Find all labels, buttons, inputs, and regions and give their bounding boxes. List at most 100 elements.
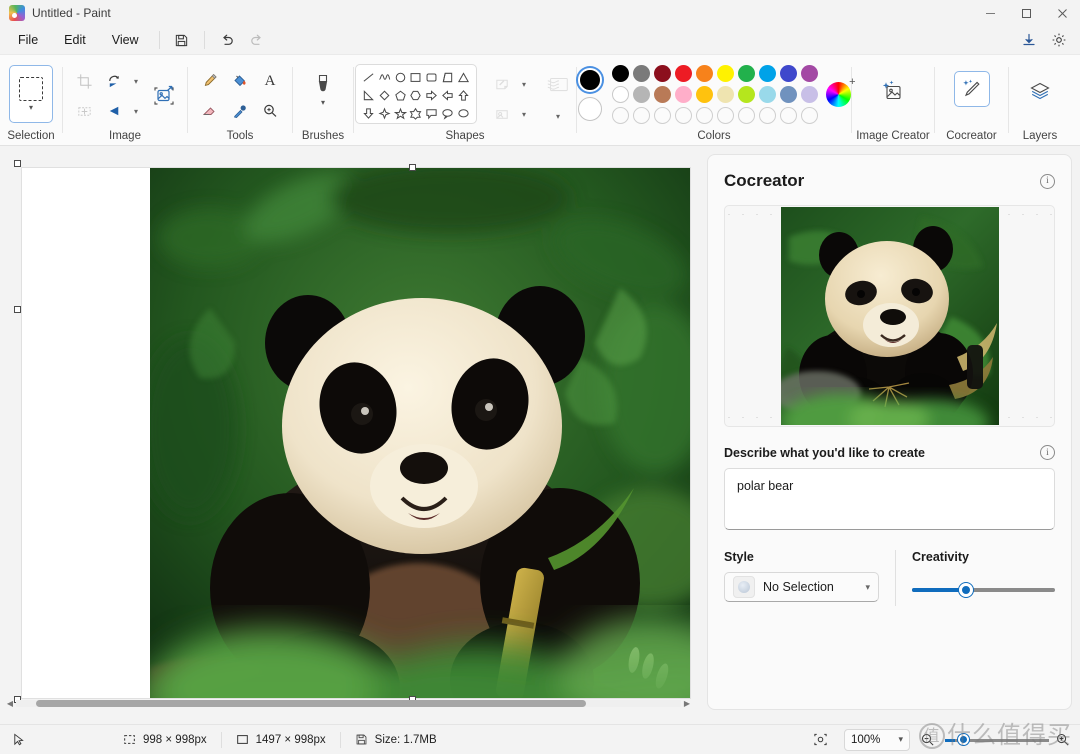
color-swatch[interactable] (675, 65, 692, 82)
select-image-icon[interactable] (147, 79, 181, 113)
layers-icon[interactable] (1023, 75, 1057, 107)
shape-pentagon[interactable] (392, 87, 408, 104)
resize-icon[interactable] (69, 97, 99, 125)
shape-square[interactable] (408, 69, 424, 86)
prompt-info-icon[interactable]: i (1040, 445, 1055, 460)
shape-hexagon[interactable] (408, 87, 424, 104)
scrollbar-track[interactable] (16, 700, 681, 707)
color-swatch-empty[interactable] (654, 107, 671, 124)
color-swatch-empty[interactable] (696, 107, 713, 124)
shape-six-point-star[interactable] (408, 105, 424, 122)
shape-oval-callout[interactable] (440, 105, 456, 122)
color-swatch[interactable] (738, 86, 755, 103)
style-select[interactable]: No Selection ▾ (724, 572, 879, 602)
shape-triangle[interactable] (455, 69, 471, 86)
brushes-chevron-down-icon[interactable]: ▾ (321, 99, 325, 107)
shape-right-arrow[interactable] (424, 87, 440, 104)
chevron-down-icon[interactable]: ▾ (865, 582, 870, 593)
color-swatch[interactable] (738, 65, 755, 82)
shape-up-arrow[interactable] (455, 87, 471, 104)
creativity-slider[interactable] (912, 582, 1055, 598)
shape-diamond[interactable] (377, 87, 393, 104)
canvas-handle-top[interactable] (409, 164, 416, 171)
shape-four-point-star[interactable] (377, 105, 393, 122)
secondary-color-swatch[interactable] (578, 97, 602, 121)
shape-style-chevron-down-icon[interactable]: ▾ (541, 102, 575, 130)
cocreator-icon[interactable] (954, 71, 990, 107)
flip-icon[interactable] (99, 97, 129, 125)
color-swatch-empty[interactable] (675, 107, 692, 124)
shape-down-arrow[interactable] (361, 105, 377, 122)
ribbon-group-image-creator[interactable]: Image Creator (852, 55, 934, 145)
fill-icon[interactable] (487, 100, 517, 128)
zoom-slider[interactable] (945, 732, 1049, 748)
gear-icon[interactable] (1046, 28, 1072, 52)
fill-bucket-icon[interactable] (225, 67, 255, 95)
selection-tool-button[interactable]: ▾ (9, 65, 53, 123)
color-swatch[interactable] (654, 65, 671, 82)
minimize-button[interactable] (972, 0, 1008, 26)
shape-style-icon[interactable] (541, 70, 575, 100)
ribbon-group-layers[interactable]: Layers (1009, 55, 1071, 145)
magnifier-icon[interactable] (255, 97, 285, 125)
eyedropper-icon[interactable] (225, 97, 255, 125)
scroll-left-arrow-icon[interactable]: ◀ (4, 699, 16, 708)
chevron-down-icon[interactable]: ▾ (898, 734, 903, 745)
scrollbar-thumb[interactable] (36, 700, 586, 707)
color-swatch[interactable] (717, 86, 734, 103)
info-icon[interactable]: i (1040, 174, 1055, 189)
color-swatch[interactable] (612, 86, 629, 103)
color-swatch[interactable] (780, 86, 797, 103)
horizontal-scrollbar[interactable]: ◀ ▶ (4, 698, 693, 709)
primary-color-swatch[interactable] (578, 68, 602, 92)
color-swatch[interactable] (780, 65, 797, 82)
color-swatch-empty[interactable] (717, 107, 734, 124)
color-swatch[interactable] (633, 65, 650, 82)
scroll-right-arrow-icon[interactable]: ▶ (681, 699, 693, 708)
shape-right-triangle[interactable] (440, 69, 456, 86)
menu-file[interactable]: File (6, 29, 50, 51)
shape-circle[interactable] (392, 69, 408, 86)
color-swatch-empty[interactable] (801, 107, 818, 124)
color-swatch[interactable] (633, 86, 650, 103)
shape-line[interactable] (361, 69, 377, 86)
undo-icon[interactable] (213, 28, 241, 52)
pencil-icon[interactable] (195, 67, 225, 95)
color-swatch[interactable] (654, 86, 671, 103)
fill-chevron-down-icon[interactable]: ▾ (517, 100, 531, 128)
shape-rounded-rect[interactable] (424, 69, 440, 86)
close-button[interactable] (1044, 0, 1080, 26)
shapes-gallery[interactable] (355, 64, 477, 124)
color-wheel-icon[interactable] (826, 82, 851, 107)
download-icon[interactable] (1016, 28, 1042, 52)
shape-curve[interactable] (377, 69, 393, 86)
brush-icon[interactable] (308, 69, 338, 99)
ribbon-group-cocreator[interactable]: Cocreator (935, 55, 1008, 145)
color-swatch[interactable] (801, 86, 818, 103)
text-icon[interactable]: A (255, 67, 285, 95)
color-swatch-empty[interactable] (612, 107, 629, 124)
generated-panda-preview[interactable] (781, 207, 999, 425)
prompt-input[interactable]: polar bear (724, 468, 1055, 530)
zoom-select[interactable]: 100% ▾ (844, 729, 910, 751)
cocreator-preview[interactable] (724, 205, 1055, 427)
color-swatch[interactable] (759, 86, 776, 103)
menu-edit[interactable]: Edit (52, 29, 98, 51)
zoom-out-icon[interactable] (920, 732, 935, 747)
save-icon[interactable] (168, 28, 196, 52)
color-swatch[interactable] (696, 86, 713, 103)
zoom-in-icon[interactable] (1055, 732, 1070, 747)
color-swatch[interactable] (696, 65, 713, 82)
shape-left-arrow[interactable] (440, 87, 456, 104)
outline-icon[interactable] (487, 70, 517, 98)
flip-chevron-down-icon[interactable]: ▾ (129, 97, 143, 125)
canvas[interactable] (21, 167, 691, 699)
color-swatch[interactable] (801, 65, 818, 82)
color-swatch[interactable] (759, 65, 776, 82)
fit-to-window-button[interactable] (813, 732, 828, 747)
color-swatch[interactable] (612, 65, 629, 82)
color-swatch[interactable] (717, 65, 734, 82)
slider-knob[interactable] (959, 583, 973, 597)
redo-icon[interactable] (243, 28, 271, 52)
color-swatch-empty[interactable] (738, 107, 755, 124)
